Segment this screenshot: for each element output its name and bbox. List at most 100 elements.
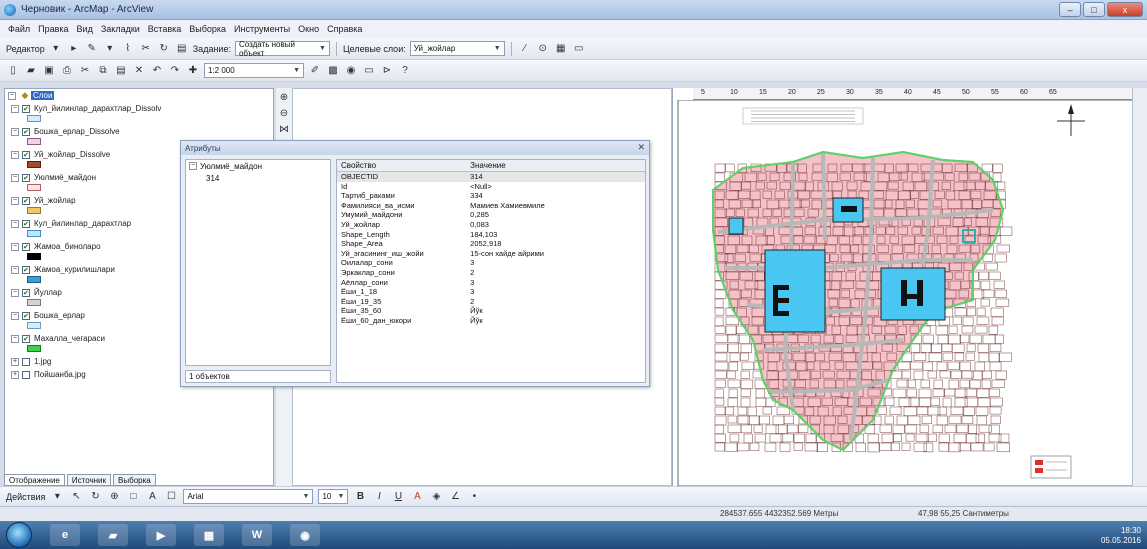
layer-symbol-swatch[interactable] [27, 276, 41, 283]
collapse-icon[interactable]: − [189, 162, 197, 170]
layer-symbol-swatch[interactable] [27, 184, 41, 191]
expand-icon[interactable]: − [11, 150, 19, 159]
expand-icon[interactable]: − [11, 265, 19, 274]
editor-menu-button[interactable]: Редактор [6, 44, 45, 54]
menu-file[interactable]: Файл [8, 24, 30, 34]
bold-icon[interactable]: B [353, 490, 367, 504]
minimize-button[interactable]: – [1059, 2, 1081, 17]
layer-symbol-swatch[interactable] [27, 322, 41, 329]
layer-symbol-swatch[interactable] [27, 230, 41, 237]
tab-display[interactable]: Отображение [4, 474, 65, 486]
paste-icon[interactable]: ▤ [114, 64, 128, 78]
layer-symbol-swatch[interactable] [27, 115, 41, 122]
attributes-title-bar[interactable]: Атрибуты [181, 141, 649, 155]
menu-help[interactable]: Справка [327, 24, 362, 34]
select-elements-icon[interactable]: ↖ [69, 490, 83, 504]
layer-symbol-swatch[interactable] [27, 207, 41, 214]
menu-selection[interactable]: Выборка [189, 24, 226, 34]
drawing-menu-button[interactable]: Действия [6, 492, 45, 502]
trace-tool-icon[interactable]: ⌇ [121, 42, 135, 56]
layer-visibility-checkbox[interactable]: ✔ [22, 288, 30, 297]
tab-source[interactable]: Источник [66, 474, 112, 486]
attribute-row[interactable]: Ёши_19_35 2 [337, 297, 645, 307]
layer-visibility-checkbox[interactable]: ✔ [22, 104, 30, 113]
expand-icon[interactable]: − [11, 334, 19, 343]
line-color-icon[interactable]: ∠ [448, 490, 462, 504]
explorer-icon[interactable]: ▰ [98, 524, 128, 546]
tree-feature-node[interactable]: 314 [186, 172, 330, 184]
add-data-icon[interactable]: ✚ [186, 64, 200, 78]
attribute-row[interactable]: Эркаклар_сони 2 [337, 268, 645, 278]
tab-selection[interactable]: Выборка [113, 474, 156, 486]
layout-view[interactable]: 5 10 15 20 25 30 35 40 45 50 55 60 65 [672, 88, 1133, 486]
zoom-out-icon[interactable]: ⊖ [280, 108, 288, 119]
layer-symbol-swatch[interactable] [27, 138, 41, 145]
tree-layer-node[interactable]: − Уюлмиё_майдон [186, 160, 330, 172]
layer-symbol-swatch[interactable] [27, 345, 41, 352]
attribute-row[interactable]: Id <Null> [337, 182, 645, 192]
attributes-tool-icon[interactable]: ▤ [175, 42, 189, 56]
sketch-tool-icon[interactable]: ✎ [85, 42, 99, 56]
layer-visibility-checkbox[interactable]: ✔ [22, 219, 30, 228]
layer-symbol-swatch[interactable] [27, 253, 41, 260]
copy-icon[interactable]: ⧉ [96, 64, 110, 78]
attribute-row[interactable]: Уй_жойлар 0,083 [337, 220, 645, 230]
layer-visibility-checkbox[interactable]: ✔ [22, 150, 30, 159]
fill-color-icon[interactable]: ◈ [429, 490, 443, 504]
attribute-row[interactable]: Фамилияси_ва_исми Мамиев Хамиевмиле [337, 201, 645, 211]
chevron-down-icon[interactable]: ▾ [103, 42, 117, 56]
word-icon[interactable]: W [242, 524, 272, 546]
attribute-row[interactable]: Ёши_60_дан_юкори Йўк [337, 316, 645, 326]
ie-icon[interactable]: e [50, 524, 80, 546]
attribute-row[interactable]: Аёллар_сони 3 [337, 278, 645, 288]
task-select[interactable]: Создать новый объект ▼ [234, 40, 330, 58]
open-folder-icon[interactable]: ▰ [24, 64, 38, 78]
chevron-down-icon[interactable]: ▾ [49, 42, 63, 56]
editor-toolbar-icon[interactable]: ✐ [308, 64, 322, 78]
layer-visibility-checkbox[interactable] [22, 357, 30, 366]
redo-icon[interactable]: ↷ [168, 64, 182, 78]
model-builder-icon[interactable]: ⊳ [380, 64, 394, 78]
whats-this-icon[interactable]: ? [398, 64, 412, 78]
edit-tool-icon[interactable]: ▸ [67, 42, 81, 56]
layer-visibility-checkbox[interactable]: ✔ [22, 196, 30, 205]
expand-icon[interactable]: − [11, 196, 19, 205]
media-player-icon[interactable]: ▶ [146, 524, 176, 546]
attribute-row[interactable]: Тартиб_раками 334 [337, 191, 645, 201]
scale-select[interactable]: 1:2 000 ▼ [204, 63, 304, 78]
layer-visibility-checkbox[interactable]: ✔ [22, 127, 30, 136]
expand-icon[interactable]: + [11, 357, 19, 366]
layer-symbol-swatch[interactable] [27, 299, 41, 306]
new-document-icon[interactable]: ▯ [6, 64, 20, 78]
attribute-row[interactable]: Умумий_майдони 0,285 [337, 210, 645, 220]
close-icon[interactable]: ✕ [637, 142, 645, 153]
layer-symbol-swatch[interactable] [27, 161, 41, 168]
sketch-properties-icon[interactable]: ▭ [572, 42, 586, 56]
collapse-icon[interactable]: − [8, 91, 16, 100]
attribute-row[interactable]: Shape_Length 184,103 [337, 230, 645, 240]
font-select[interactable]: Arial ▼ [183, 489, 314, 504]
calculator-icon[interactable]: ▦ [194, 524, 224, 546]
system-tray[interactable]: 18:30 05.05.2016 [1101, 526, 1141, 546]
split-tool-icon[interactable]: ✂ [139, 42, 153, 56]
rotate-tool-icon[interactable]: ↻ [157, 42, 171, 56]
attribute-row[interactable]: Оилалар_сони 3 [337, 258, 645, 268]
save-icon[interactable]: ▣ [42, 64, 56, 78]
marker-color-icon[interactable]: • [467, 490, 481, 504]
zoom-to-selected-icon[interactable]: ⊕ [107, 490, 121, 504]
delete-icon[interactable]: ✕ [132, 64, 146, 78]
expand-icon[interactable]: − [11, 173, 19, 182]
expand-icon[interactable]: − [11, 311, 19, 320]
expand-icon[interactable]: − [11, 219, 19, 228]
layer-visibility-checkbox[interactable]: ✔ [22, 334, 30, 343]
menu-edit[interactable]: Правка [38, 24, 68, 34]
column-property[interactable]: Свойство [337, 160, 466, 171]
undo-icon[interactable]: ↶ [150, 64, 164, 78]
attribute-row[interactable]: Ёши_1_18 3 [337, 287, 645, 297]
toc-root[interactable]: − ◆ Слои [5, 89, 273, 102]
expand-icon[interactable]: − [11, 104, 19, 113]
menu-window[interactable]: Окно [298, 24, 319, 34]
expand-icon[interactable]: − [11, 242, 19, 251]
catalog-icon[interactable]: ◉ [344, 64, 358, 78]
rectangle-icon[interactable]: □ [126, 490, 140, 504]
